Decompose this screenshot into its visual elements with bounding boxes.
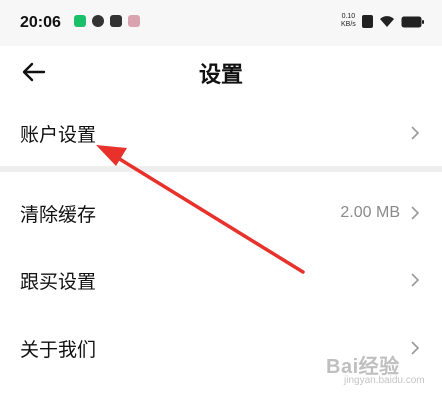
title-bar: 设置: [0, 46, 442, 100]
status-time: 20:06: [20, 14, 61, 31]
settings-item-label: 跟买设置: [20, 270, 97, 293]
chevron-right-icon: [411, 341, 420, 355]
cache-size-value: 2.00 MB: [340, 204, 400, 221]
net-speed-value: 0.10: [341, 13, 356, 20]
settings-item-label: 关于我们: [20, 338, 97, 361]
status-left-icons: [74, 15, 140, 27]
net-speed-unit: KB/s: [341, 21, 356, 28]
nfc-icon: [362, 15, 373, 28]
app-icon-green: [74, 15, 86, 27]
section-divider: [0, 166, 442, 172]
settings-item-label: 清除缓存: [20, 203, 97, 226]
notification-icon: [92, 15, 104, 27]
chevron-right-icon: [411, 126, 420, 140]
chevron-right-icon: [411, 206, 420, 220]
status-right-icons: [362, 15, 425, 28]
status-bar: 20:06 0.10 KB/s: [0, 0, 442, 46]
avatar-icon: [128, 15, 140, 27]
page-title: 设置: [198, 63, 243, 88]
watermark-url: jingyan.baidu.com: [344, 375, 425, 386]
wifi-icon: [380, 16, 394, 27]
settings-item-clear-cache[interactable]: 清除缓存 2.00 MB: [0, 180, 442, 246]
battery-icon: [401, 16, 424, 27]
settings-item-label: 账户设置: [20, 123, 97, 146]
mail-icon: [110, 15, 122, 27]
chevron-right-icon: [411, 273, 420, 287]
settings-item-follow-buy[interactable]: 跟买设置: [0, 247, 442, 313]
net-speed: 0.10 KB/s: [341, 13, 356, 29]
settings-item-account[interactable]: 账户设置: [0, 100, 442, 166]
